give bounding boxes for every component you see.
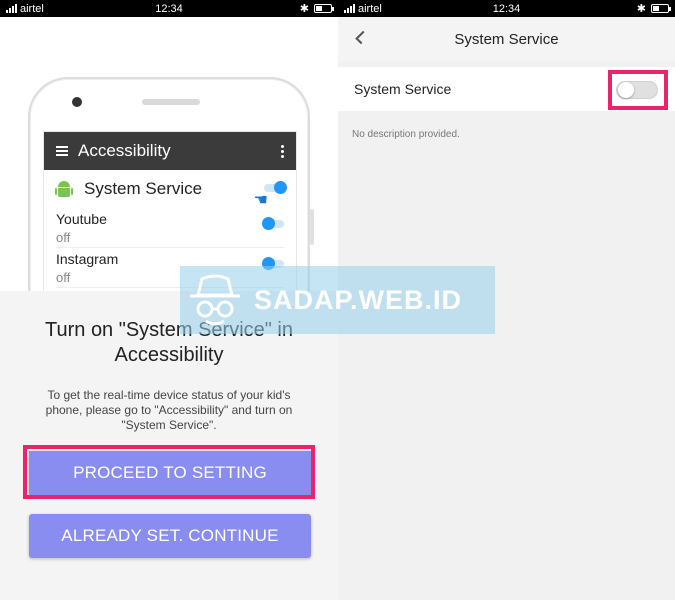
signal-icon (344, 4, 355, 13)
back-arrow-icon[interactable] (352, 27, 369, 47)
carrier-label: airtel (358, 2, 382, 15)
accessibility-header: Accessibility (44, 132, 296, 170)
app-name: Instagram (56, 251, 119, 267)
setting-label: System Service (354, 81, 452, 97)
app-name: Youtube (56, 211, 107, 227)
clock: 12:34 (155, 2, 183, 15)
speaker-grille (142, 99, 200, 105)
highlight-box (23, 445, 315, 499)
system-service-label: System Service (84, 179, 203, 198)
accessibility-title: Accessibility (78, 141, 171, 160)
bottom-sheet: Turn on "System Service" in Accessibilit… (0, 291, 338, 600)
camera-icon (72, 97, 82, 107)
carrier-label: airtel (20, 2, 44, 15)
status-bar-right: airtel 12:34 ✱ (338, 0, 675, 17)
system-service-row: System Service ☚ (44, 170, 296, 209)
tap-hand-icon: ☚ (253, 192, 268, 209)
android-icon (55, 180, 73, 198)
settings-title: System Service (454, 30, 559, 48)
screenshot-root: airtel 12:34 ✱ Accessibility System Serv… (0, 0, 675, 600)
side-button (310, 209, 314, 245)
signal-icon (6, 4, 17, 13)
youtube-toggle (262, 217, 284, 230)
app-row-youtube: Youtube off (56, 208, 284, 248)
watermark: SADAP.WEB.ID (180, 266, 495, 334)
spy-logo-icon (190, 274, 240, 326)
bluetooth-icon: ✱ (299, 3, 309, 15)
bluetooth-icon: ✱ (636, 3, 646, 15)
highlight-box (608, 70, 668, 110)
battery-icon (314, 4, 334, 13)
dialog-description: To get the real-time device status of yo… (45, 388, 293, 432)
more-icon (281, 144, 284, 158)
setting-description: No description provided. (352, 129, 460, 140)
status-bar-left: airtel 12:34 ✱ (0, 0, 338, 17)
menu-icon (56, 146, 68, 156)
already-set-continue-button[interactable]: ALREADY SET. CONTINUE (29, 514, 311, 558)
app-state: off (56, 230, 71, 245)
watermark-text: SADAP.WEB.ID (254, 284, 463, 315)
settings-header: System Service (338, 17, 675, 61)
battery-icon (651, 4, 671, 13)
clock: 12:34 (492, 2, 521, 15)
